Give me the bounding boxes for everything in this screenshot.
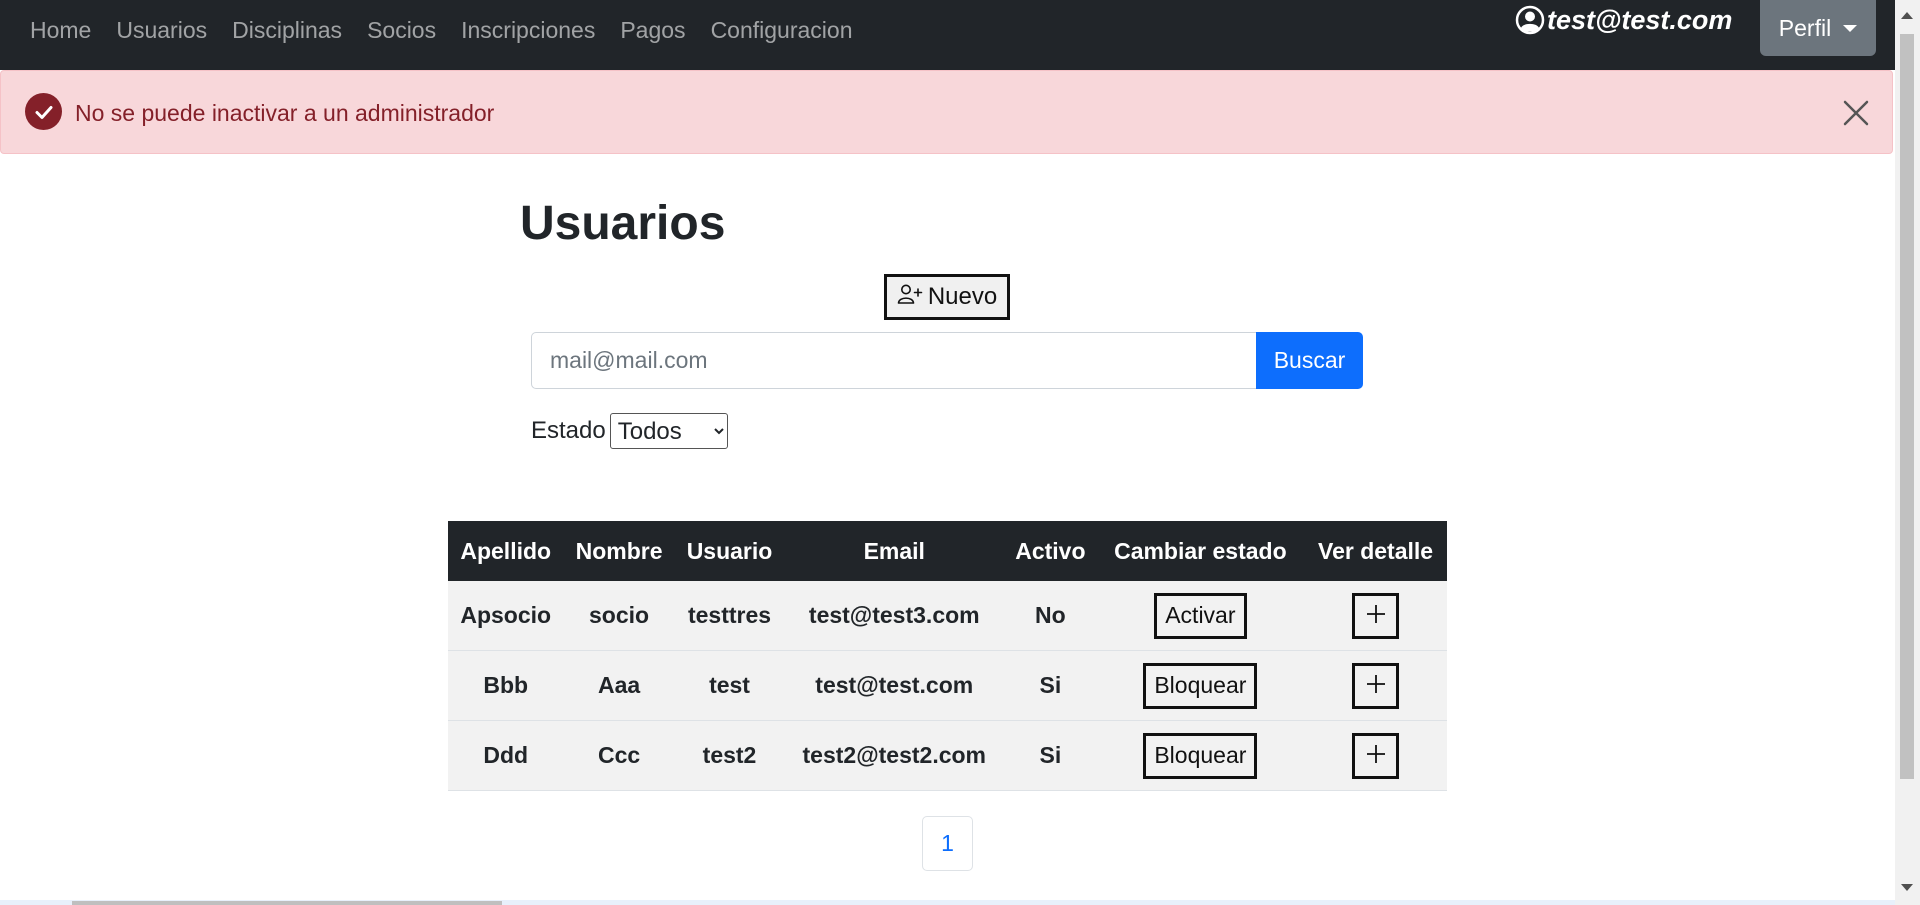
check-circle-icon — [25, 93, 62, 130]
plus-icon — [1365, 743, 1387, 768]
cell-activo: Si — [1004, 650, 1097, 721]
nav-link-socios[interactable]: Socios — [367, 17, 436, 44]
person-plus-icon — [897, 283, 923, 312]
cell-ver-detalle — [1304, 650, 1447, 721]
new-user-label: Nuevo — [927, 283, 998, 310]
search-group: Buscar — [531, 332, 1363, 389]
cell-nombre: Ccc — [563, 720, 675, 791]
pagination-page-1[interactable]: 1 — [922, 816, 973, 871]
header-activo: Activo — [1004, 521, 1097, 581]
cell-apellido: Apsocio — [448, 581, 564, 651]
search-button[interactable]: Buscar — [1256, 332, 1363, 389]
table-row: Ddd Ccc test2 test2@test2.com Si Bloquea… — [448, 720, 1447, 791]
nav-link-configuracion[interactable]: Configuracion — [711, 17, 853, 44]
plus-icon — [1365, 603, 1387, 628]
header-email: Email — [784, 521, 1005, 581]
cell-usuario: testtres — [674, 581, 785, 651]
alert-message: No se puede inactivar a un administrador — [75, 100, 495, 126]
estado-filter: Estado Todos — [531, 413, 728, 449]
cell-nombre: socio — [563, 581, 675, 651]
cell-ver-detalle — [1304, 720, 1447, 791]
table-header-row: Apellido Nombre Usuario Email Activo Cam… — [448, 521, 1447, 581]
estado-label: Estado — [531, 417, 606, 444]
scrollbar-thumb[interactable] — [1900, 34, 1914, 779]
block-button[interactable]: Bloquear — [1143, 662, 1258, 709]
nav-link-usuarios[interactable]: Usuarios — [116, 17, 207, 44]
cell-usuario: test — [674, 650, 785, 721]
block-button[interactable]: Bloquear — [1143, 732, 1258, 779]
profile-dropdown-button[interactable]: Perfil — [1760, 0, 1876, 56]
cell-apellido: Bbb — [448, 650, 564, 721]
cell-cambiar-estado: Activar — [1096, 581, 1305, 651]
scroll-up-arrow-icon[interactable] — [1901, 12, 1913, 19]
cell-email: test@test3.com — [784, 581, 1005, 651]
header-cambiar-estado: Cambiar estado — [1096, 521, 1305, 581]
view-detail-button[interactable] — [1352, 732, 1400, 779]
page-title: Usuarios — [520, 197, 726, 250]
header-apellido: Apellido — [448, 521, 564, 581]
close-icon[interactable] — [1841, 98, 1871, 128]
nav-link-disciplinas[interactable]: Disciplinas — [232, 17, 342, 44]
header-usuario: Usuario — [674, 521, 785, 581]
cell-cambiar-estado: Bloquear — [1096, 650, 1305, 721]
cell-apellido: Ddd — [448, 720, 564, 791]
new-user-button[interactable]: Nuevo — [884, 274, 1010, 320]
view-detail-button[interactable] — [1352, 662, 1400, 709]
view-detail-button[interactable] — [1352, 592, 1400, 639]
caret-down-icon — [1843, 24, 1858, 32]
cell-activo: No — [1004, 581, 1097, 651]
cell-email: test2@test2.com — [784, 720, 1005, 791]
cell-cambiar-estado: Bloquear — [1096, 720, 1305, 791]
activate-button[interactable]: Activar — [1154, 592, 1247, 639]
header-ver-detalle: Ver detalle — [1304, 521, 1447, 581]
error-alert: No se puede inactivar a un administrador — [0, 70, 1893, 154]
nav-link-pagos[interactable]: Pagos — [620, 17, 685, 44]
current-user: test@test.com — [1515, 0, 1732, 40]
horizontal-scrollbar-thumb[interactable] — [72, 901, 502, 905]
top-navbar: Home Usuarios Disciplinas Socios Inscrip… — [0, 0, 1895, 70]
cell-usuario: test2 — [674, 720, 785, 791]
estado-select[interactable]: Todos — [609, 413, 728, 449]
user-email: test@test.com — [1547, 4, 1733, 35]
search-input[interactable] — [531, 332, 1256, 389]
nav-link-inscripciones[interactable]: Inscripciones — [461, 17, 595, 44]
cell-activo: Si — [1004, 720, 1097, 791]
table-row: Bbb Aaa test test@test.com Si Bloquear — [448, 650, 1447, 721]
scroll-down-arrow-icon[interactable] — [1901, 884, 1913, 891]
table-row: Apsocio socio testtres test@test3.com No… — [448, 581, 1447, 651]
cell-email: test@test.com — [784, 650, 1005, 721]
header-nombre: Nombre — [563, 521, 675, 581]
users-table: Apellido Nombre Usuario Email Activo Cam… — [448, 521, 1447, 791]
cell-nombre: Aaa — [563, 650, 675, 721]
plus-icon — [1365, 673, 1387, 698]
profile-label: Perfil — [1778, 14, 1832, 41]
nav-link-home[interactable]: Home — [30, 17, 91, 44]
nav-links: Home Usuarios Disciplinas Socios Inscrip… — [30, 0, 852, 60]
user-circle-icon — [1515, 5, 1545, 35]
cell-ver-detalle — [1304, 581, 1447, 651]
